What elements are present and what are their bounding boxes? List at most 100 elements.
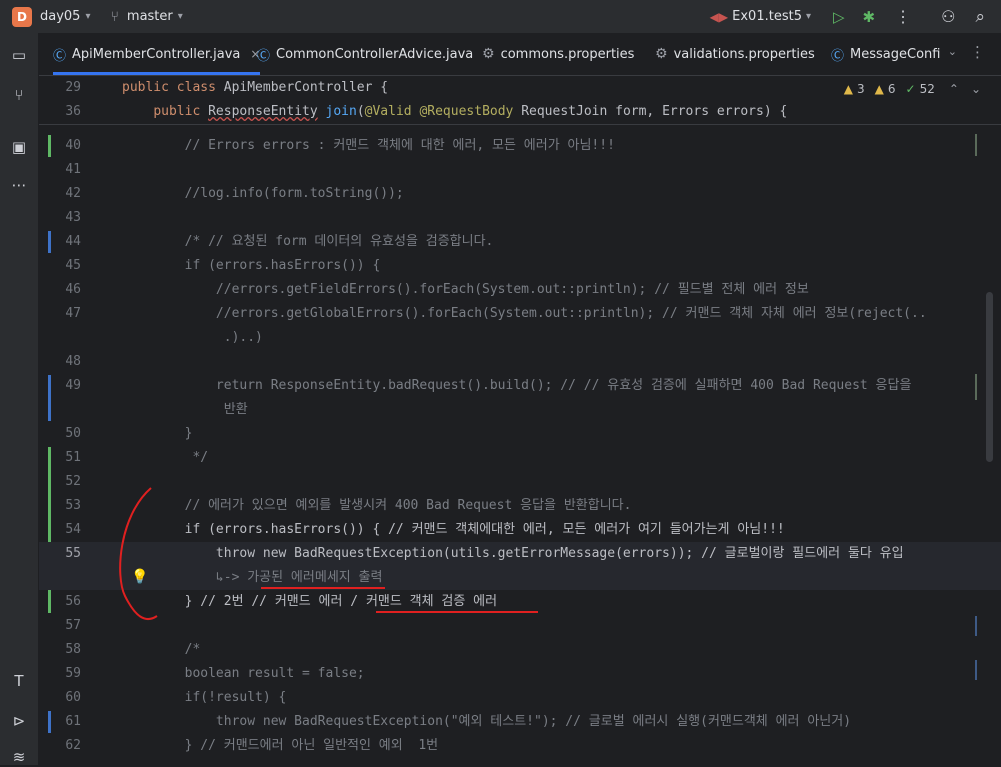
code-line[interactable]: 50 } <box>39 422 1001 446</box>
code-line[interactable]: 53 // 에러가 있으면 예외를 발생시켜 400 Bad Request 응… <box>39 494 1001 518</box>
branch-name[interactable]: master <box>127 9 173 24</box>
sticky-line[interactable]: 36 public ResponseEntity join(@Valid @Re… <box>39 100 1001 124</box>
more-tools-icon[interactable]: ⋯ <box>9 175 29 195</box>
code-line[interactable]: 45 if (errors.hasErrors()) { <box>39 254 1001 278</box>
line-number: 55 <box>65 546 81 561</box>
sticky-lines[interactable]: 29 public class ApiMemberController { 36… <box>39 76 1001 125</box>
line-number: 62 <box>65 738 81 753</box>
branch-icon: ⑂ <box>110 8 119 25</box>
chevron-down-icon[interactable]: ⌄ <box>948 45 957 58</box>
more-icon[interactable]: ⋮ <box>970 43 985 61</box>
code-text: // 에러가 있으면 예외를 발생시켜 400 Bad Request 응답을 … <box>122 498 632 513</box>
code-line[interactable]: 48 <box>39 350 1001 374</box>
code-text: public ResponseEntity join(@Valid @Reque… <box>153 104 788 119</box>
code-line[interactable]: 42 //log.info(form.toString()); <box>39 182 1001 206</box>
search-icon[interactable]: ⌕ <box>975 7 985 27</box>
code-text: throw new BadRequestException("예외 테스트!")… <box>122 714 852 729</box>
code-line[interactable]: 51 */ <box>39 446 1001 613</box>
layers-icon[interactable]: ≋ <box>9 747 29 767</box>
build-icon[interactable]: T <box>9 671 29 691</box>
change-marker[interactable] <box>48 711 51 733</box>
chevron-down-icon[interactable]: ⌄ <box>971 82 981 96</box>
tab-commons-properties[interactable]: ⚙ commons.properties <box>482 33 634 75</box>
code-line[interactable]: 43 <box>39 206 1001 230</box>
code-text: /* <box>122 642 201 657</box>
project-folder-icon[interactable]: ▭ <box>9 45 29 65</box>
code-text: if (errors.hasErrors()) { <box>122 258 381 273</box>
code-line[interactable]: 58 /* <box>39 638 1001 662</box>
scroll-marker <box>975 616 977 636</box>
scroll-marker <box>975 374 977 400</box>
code-line[interactable]: 41 <box>39 158 1001 182</box>
commit-icon[interactable]: ⑂ <box>9 85 29 105</box>
code-line[interactable]: 44 /* // 요청된 form 데이터의 유효성을 검증합니다. <box>39 230 1001 254</box>
line-number: 42 <box>65 186 81 201</box>
code-line-current[interactable]: 55 throw new BadRequestException(utils.g… <box>39 542 1001 566</box>
code-text: public class ApiMemberController { <box>122 80 389 95</box>
code-line[interactable]: 47 //errors.getGlobalErrors().forEach(Sy… <box>39 302 1001 326</box>
gear-icon: ⚙ <box>482 46 495 62</box>
line-number: 57 <box>65 618 81 633</box>
code-text: return ResponseEntity.badRequest().build… <box>122 378 912 393</box>
code-line[interactable]: 49 return ResponseEntity.badRequest().bu… <box>39 374 1001 421</box>
tab-message-config[interactable]: Ⓒ MessageConfi <box>831 33 940 75</box>
code-text: } <box>122 426 193 441</box>
code-line[interactable]: 52 <box>39 470 1001 494</box>
line-number: 53 <box>65 498 81 513</box>
chevron-down-icon[interactable]: ▾ <box>85 11 90 22</box>
code-line-wrap[interactable]: ↳-> 가공된 에러메세지 출력 <box>39 566 1001 590</box>
chevron-down-icon[interactable]: ▾ <box>806 11 811 22</box>
code-line[interactable]: 46 //errors.getFieldErrors().forEach(Sys… <box>39 278 1001 302</box>
code-editor[interactable]: 29 public class ApiMemberController { 36… <box>39 76 1001 765</box>
structure-icon[interactable]: ▣ <box>9 137 29 157</box>
run-icon[interactable]: ▷ <box>833 8 845 26</box>
line-number: 56 <box>65 594 81 609</box>
vertical-scrollbar[interactable] <box>986 292 993 462</box>
scroll-marker <box>975 660 977 680</box>
line-number: 45 <box>65 258 81 273</box>
class-icon: Ⓒ <box>831 48 845 64</box>
change-marker[interactable] <box>48 231 51 253</box>
run-config-name[interactable]: Ex01.test5 <box>732 9 802 24</box>
code-line[interactable]: 40 // Errors errors : 커맨드 객체에 대한 에러, 모든 … <box>39 134 1001 158</box>
title-bar: D day05 ▾ ⑂ master ▾ ◀▶ Ex01.test5 ▾ ▷ ✱… <box>0 0 1001 34</box>
weak-warning-count: 6 <box>887 82 896 96</box>
code-line[interactable]: 62 } // 커맨드에러 아닌 일반적인 예외 1번 <box>39 734 1001 758</box>
weak-warning-icon: ▲ <box>874 82 884 96</box>
tab-api-member-controller[interactable]: Ⓒ ApiMemberController.java × <box>53 33 261 75</box>
class-icon: Ⓒ <box>257 48 271 64</box>
line-number: 44 <box>65 234 81 249</box>
change-marker[interactable] <box>48 135 51 157</box>
project-badge[interactable]: D <box>12 6 32 27</box>
code-line[interactable]: 59 boolean result = false; <box>39 662 1001 686</box>
code-line-wrap[interactable]: .)..) <box>39 326 1001 350</box>
code-line[interactable]: 61 throw new BadRequestException("예외 테스트… <box>39 710 1001 734</box>
tab-validations-properties[interactable]: ⚙ validations.properties <box>655 33 815 75</box>
code-line[interactable]: 54 if (errors.hasErrors()) { // 커맨드 객체에대… <box>39 518 1001 542</box>
tab-common-controller-advice[interactable]: Ⓒ CommonControllerAdvice.java <box>257 33 473 75</box>
code-line[interactable]: 57 <box>39 614 1001 638</box>
code-text: throw new BadRequestException(utils.getE… <box>122 546 904 561</box>
project-name[interactable]: day05 <box>40 9 80 24</box>
chevron-up-icon[interactable]: ⌃ <box>949 82 959 96</box>
lightbulb-icon[interactable]: 💡 <box>131 569 148 585</box>
line-number: 58 <box>65 642 81 657</box>
run-config-icon: ◀▶ <box>709 9 729 24</box>
code-text: */ <box>122 450 209 465</box>
run-tool-icon[interactable]: ⊳ <box>9 711 29 731</box>
chevron-down-icon[interactable]: ▾ <box>178 11 183 22</box>
editor-tabs: Ⓒ ApiMemberController.java × Ⓒ CommonCon… <box>39 33 1001 76</box>
tab-label: commons.properties <box>500 46 635 62</box>
code-line[interactable]: 60 if(!result) { <box>39 686 1001 710</box>
inspection-widget[interactable]: ▲ 3 ▲ 6 ✓ 52 ⌃ ⌄ <box>844 82 981 96</box>
debug-icon[interactable]: ✱ <box>863 8 876 26</box>
code-line-wrap[interactable]: 반환 <box>39 398 1001 422</box>
add-user-icon[interactable]: ⚇ <box>941 7 955 26</box>
more-icon[interactable]: ⋮ <box>895 7 911 26</box>
code-text: //errors.getFieldErrors().forEach(System… <box>122 282 809 297</box>
code-text: // Errors errors : 커맨드 객체에 대한 에러, 모든 에러가… <box>122 138 615 153</box>
line-number: 52 <box>65 474 81 489</box>
code-text: } // 커맨드에러 아닌 일반적인 예외 1번 <box>122 738 439 753</box>
line-number: 46 <box>65 282 81 297</box>
tool-window-bar: ▭ ⑂ ▣ ⋯ T ⊳ ≋ <box>0 33 39 767</box>
